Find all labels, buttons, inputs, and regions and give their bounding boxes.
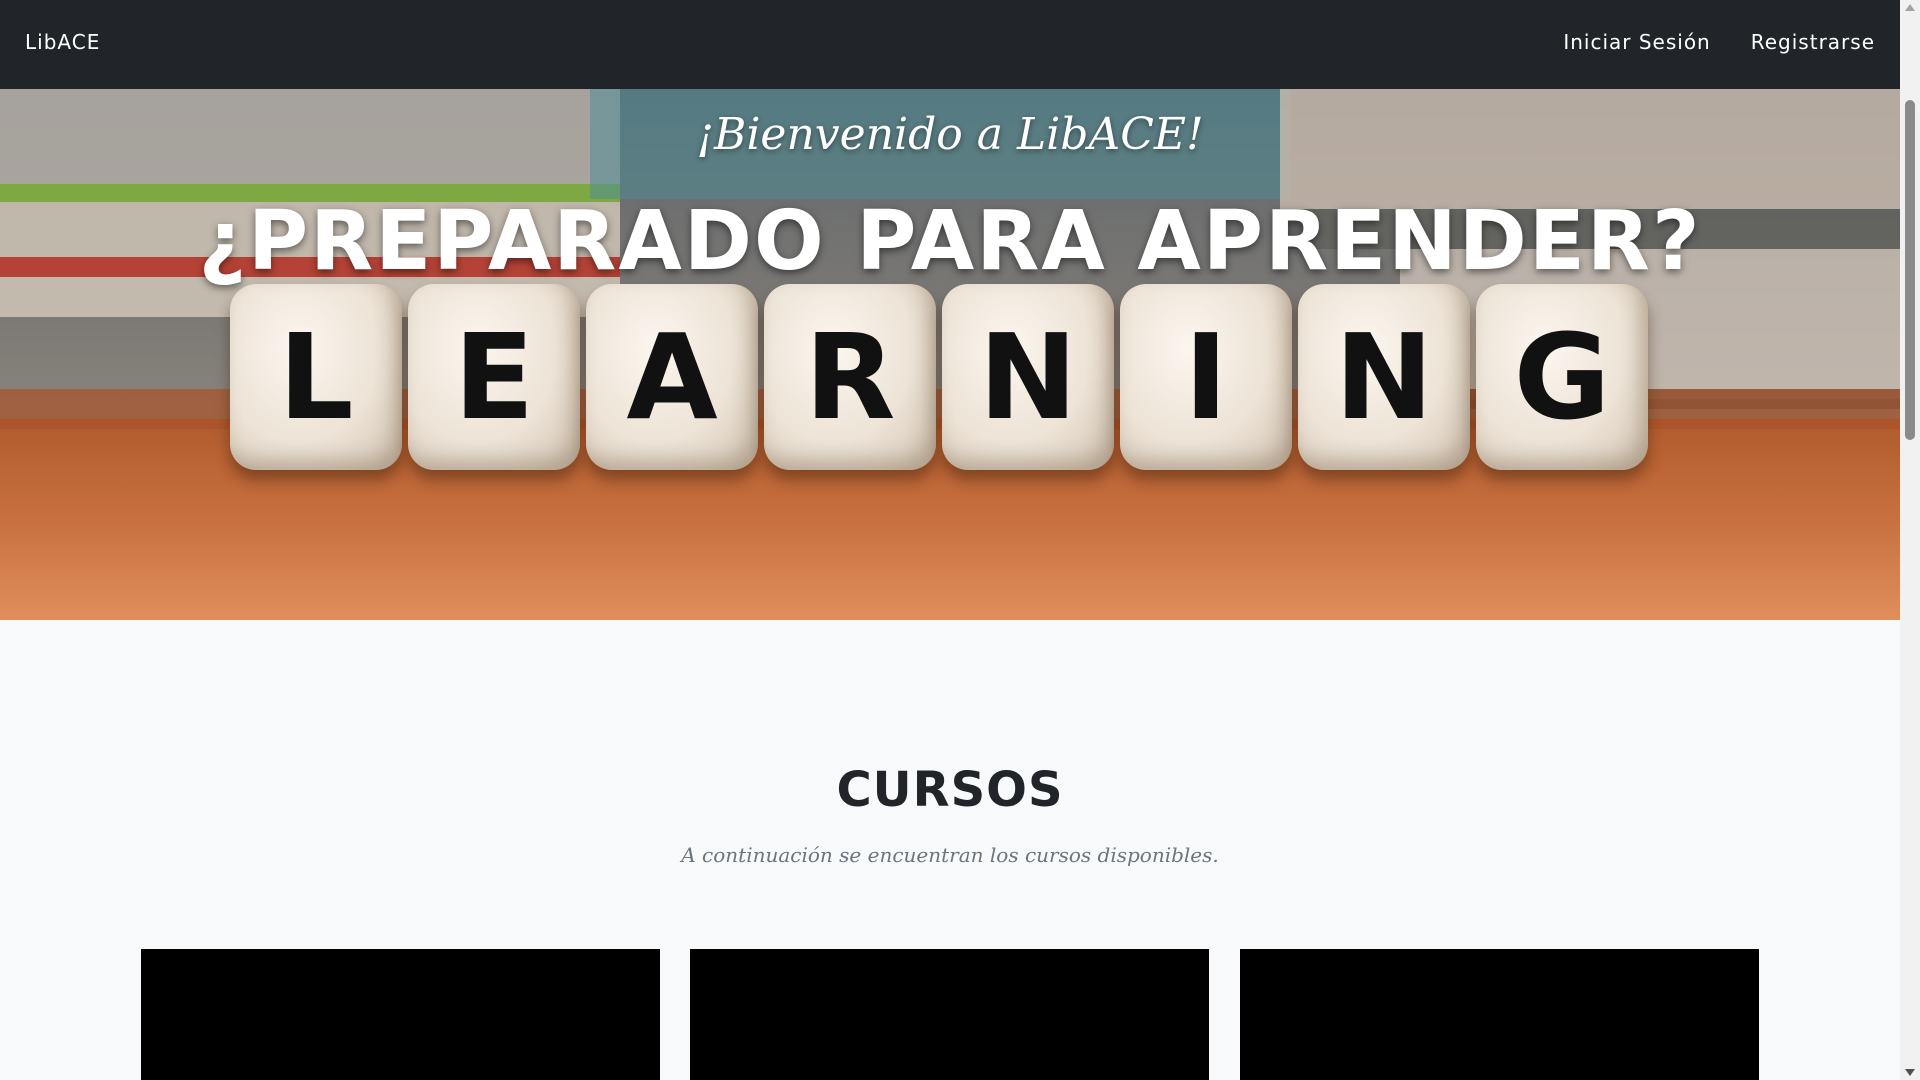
course-card[interactable] <box>1240 949 1759 1080</box>
learning-dice-row: L E A R N I N G <box>225 284 1665 474</box>
die-letter: N <box>1334 308 1434 446</box>
die-letter: R <box>804 308 896 446</box>
nav-links: Iniciar Sesión Registrarse <box>1563 30 1875 54</box>
navbar: LibACE Iniciar Sesión Registrarse <box>0 0 1900 89</box>
die-letter: L <box>278 308 354 446</box>
vertical-scrollbar[interactable] <box>1900 0 1920 1080</box>
brand-link[interactable]: LibACE <box>25 30 100 54</box>
courses-subtitle: A continuación se encuentran los cursos … <box>681 843 1219 867</box>
hero-banner: L E A R N I N G ¡Bienvenido a LibACE! ¿P… <box>0 89 1900 620</box>
course-card[interactable] <box>141 949 660 1080</box>
die-letter: N <box>978 308 1078 446</box>
die-4: R <box>764 284 936 470</box>
die-letter: I <box>1184 308 1228 446</box>
die-2: E <box>408 284 580 470</box>
die-6: I <box>1120 284 1292 470</box>
die-7: N <box>1298 284 1470 470</box>
die-3: A <box>586 284 758 470</box>
scroll-thumb[interactable] <box>1905 100 1915 440</box>
scroll-down-arrow-icon[interactable] <box>1905 1069 1915 1076</box>
courses-title: CURSOS <box>836 762 1064 818</box>
hero-subtitle: ¡Bienvenido a LibACE! <box>696 109 1204 160</box>
die-1: L <box>230 284 402 470</box>
scroll-up-arrow-icon[interactable] <box>1905 4 1915 11</box>
login-link[interactable]: Iniciar Sesión <box>1563 30 1710 54</box>
course-card[interactable] <box>690 949 1209 1080</box>
page-viewport: LibACE Iniciar Sesión Registrarse L E A … <box>0 0 1900 1080</box>
die-8: G <box>1476 284 1648 470</box>
register-link[interactable]: Registrarse <box>1751 30 1875 54</box>
die-letter: E <box>453 308 535 446</box>
die-letter: A <box>626 308 718 446</box>
hero-title: ¿PREPARADO PARA APRENDER? <box>198 194 1702 289</box>
die-5: N <box>942 284 1114 470</box>
die-letter: G <box>1513 308 1611 446</box>
